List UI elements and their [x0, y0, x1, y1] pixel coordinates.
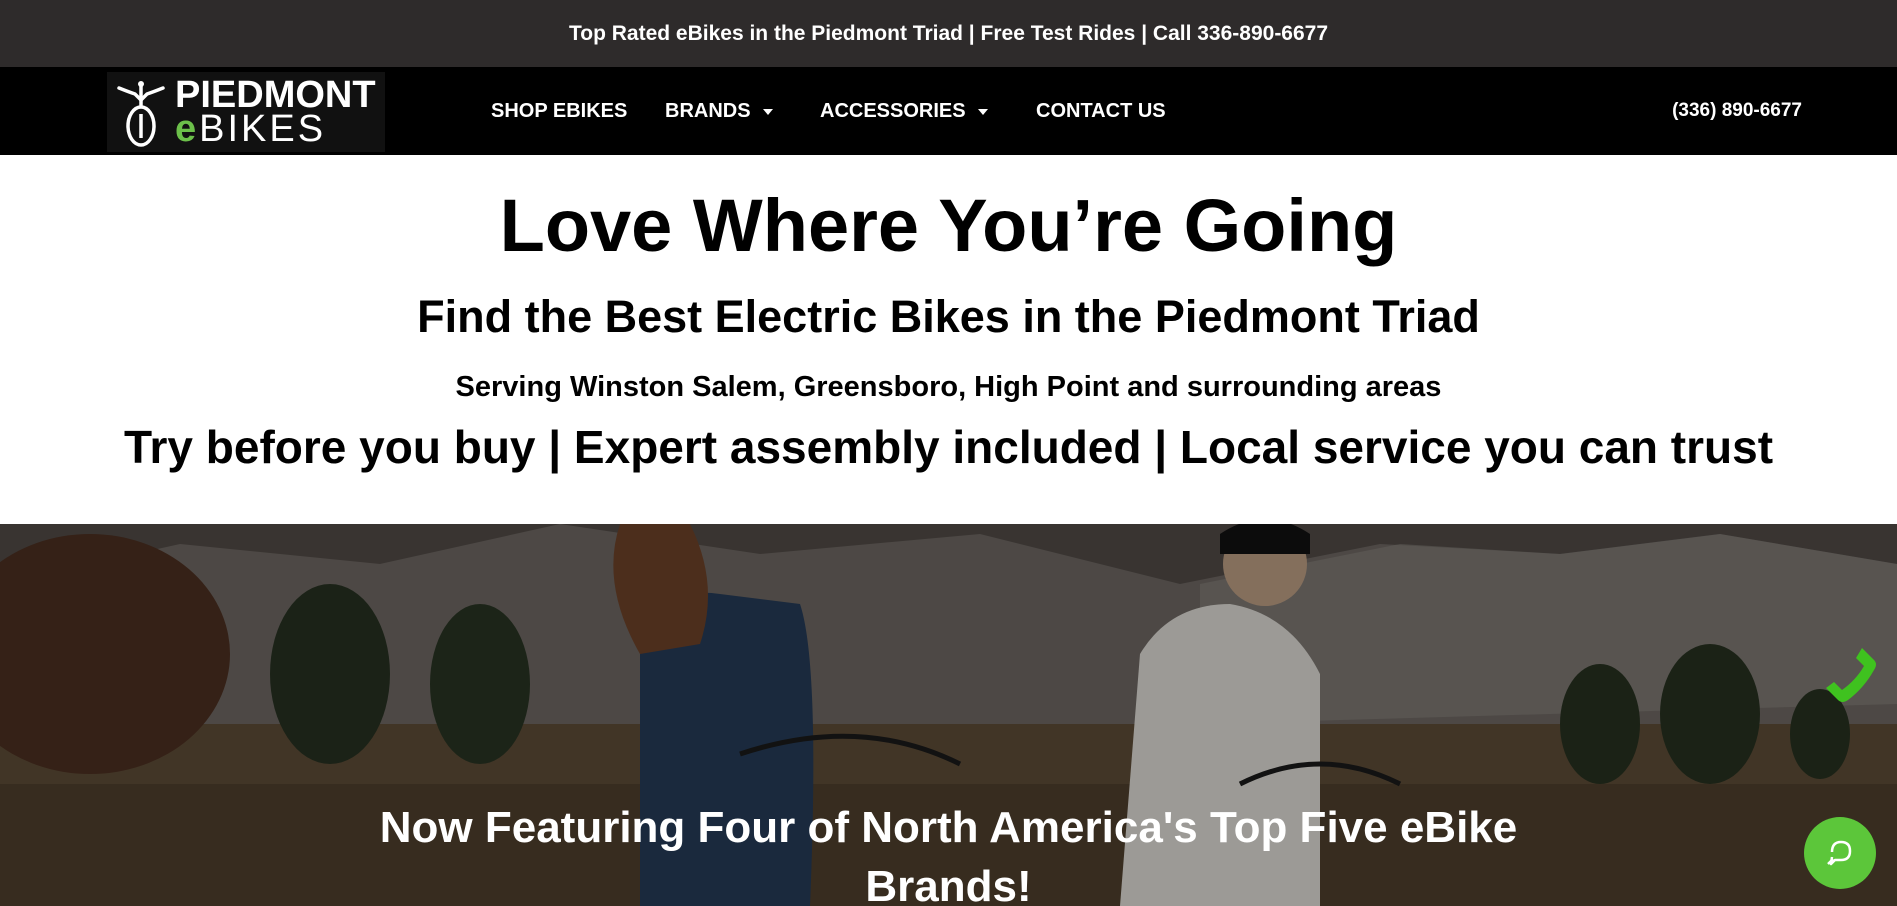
page-title: Love Where You’re Going [499, 184, 1398, 267]
floating-chat-button[interactable] [1804, 817, 1876, 889]
floating-call-button[interactable] [1822, 644, 1884, 716]
header-phone-link[interactable]: (336) 890-6677 [1672, 100, 1802, 122]
nav-item-contact-us[interactable]: CONTACT US [1036, 100, 1166, 123]
site-logo[interactable]: PIEDMONT eBIKES [107, 72, 385, 152]
bike-logo-icon [117, 81, 165, 147]
chat-icon [1827, 840, 1852, 866]
phone-icon [1826, 648, 1876, 702]
announcement-text: Top Rated eBikes in the Piedmont Triad |… [568, 21, 1329, 45]
hero-photo-banner: Now Featuring Four of North America's To… [0, 524, 1897, 906]
nav-item-brands[interactable]: BRANDS [665, 100, 773, 123]
announcement-bar: Top Rated eBikes in the Piedmont Triad |… [0, 0, 1897, 67]
hero-text-section: Love Where You’re Going Find the Best El… [0, 155, 1897, 524]
nav-item-shop-ebikes[interactable]: SHOP EBIKES [491, 100, 627, 123]
chevron-down-icon [762, 108, 773, 115]
page-subtitle: Find the Best Electric Bikes in the Pied… [417, 291, 1480, 342]
featured-brands-heading: Now Featuring Four of North America's To… [379, 803, 1518, 906]
nav-item-accessories[interactable]: ACCESSORIES [820, 100, 988, 123]
chevron-down-icon [977, 108, 988, 115]
logo-word-ebikes: eBIKES [175, 108, 327, 151]
service-area-text: Serving Winston Salem, Greensboro, High … [455, 371, 1442, 403]
value-proposition: Try before you buy | Expert assembly inc… [123, 421, 1774, 473]
logo-word-piedmont: PIEDMONT [175, 74, 376, 116]
main-navigation: PIEDMONT eBIKES SHOP EBIKES BRANDS ACCES… [0, 67, 1897, 155]
